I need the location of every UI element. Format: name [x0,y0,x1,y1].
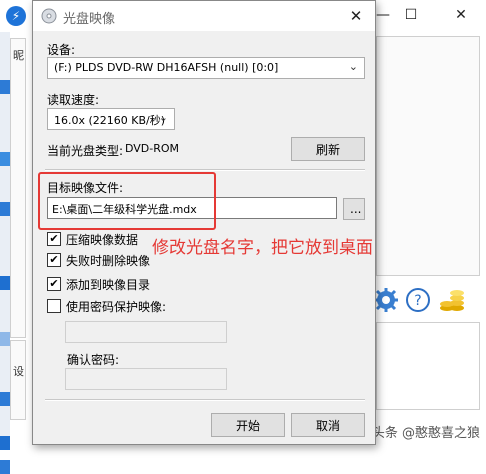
separator [45,399,365,401]
background-text-fragment: 昵 [13,49,24,62]
background-panel [376,36,480,276]
chevron-down-icon: ⌄ [348,60,358,73]
tool-icon[interactable] [0,460,10,474]
cancel-button[interactable]: 取消 [291,413,365,437]
annotation-text: 修改光盘名字，把它放到桌面 [152,238,373,258]
chevron-down-icon: ⌄ [158,111,168,124]
dialog-close-icon[interactable]: ✕ [343,5,369,27]
device-select[interactable]: (F:) PLDS DVD-RW DH16AFSH (null) [0:0] ⌄ [47,57,365,79]
device-select-value: (F:) PLDS DVD-RW DH16AFSH (null) [0:0] [54,61,279,74]
disc-type-value: DVD-ROM [125,142,180,155]
confirm-password-input[interactable] [65,368,227,390]
background-text-fragment: 设 [13,365,24,378]
read-speed-value: 16.0x (22160 KB/秒) [54,114,166,127]
checkbox-mark[interactable]: ✔ [47,277,61,291]
password-protect-checkbox[interactable]: 使用密码保护映像: [47,298,217,316]
separator [45,169,365,171]
read-speed-select[interactable]: 16.0x (22160 KB/秒) ⌄ [47,108,175,130]
coins-icon[interactable] [438,286,466,314]
read-speed-label: 读取速度: [47,93,100,107]
help-icon[interactable]: ? [404,286,432,314]
maximize-icon[interactable]: ☐ [396,4,426,26]
browse-button[interactable]: ... [343,198,365,220]
tool-icon[interactable] [0,392,10,406]
tool-icon[interactable] [0,80,10,94]
tool-icon[interactable] [0,332,10,346]
checkbox-label: 使用密码保护映像: [66,300,167,314]
tool-icon[interactable] [0,276,10,290]
add-to-image-catalog-checkbox[interactable]: ✔ 添加到映像目录 [47,276,197,294]
background-left-toolbar [0,32,10,474]
refresh-button[interactable]: 刷新 [291,137,365,161]
background-panel: 昵 [10,38,26,338]
dialog-titlebar[interactable]: 光盘映像 ✕ [33,1,375,31]
tool-icon[interactable] [0,152,10,166]
start-button[interactable]: 开始 [211,413,285,437]
lightning-icon: ⚡ [6,6,26,26]
watermark: 头条 @憨憨喜之狼 [371,426,480,441]
dialog-title: 光盘映像 [63,12,116,27]
tool-icon[interactable] [0,202,10,216]
tool-icon[interactable] [0,436,10,450]
disc-type-label: 当前光盘类型: [47,144,124,158]
checkbox-mark[interactable] [47,299,61,313]
device-label: 设备: [47,43,76,57]
svg-text:?: ? [414,293,421,309]
checkbox-label: 压缩映像数据 [66,233,139,247]
background-panel: 设 [10,340,26,420]
background-toolbar: ? [372,282,480,318]
password-input[interactable] [65,321,227,343]
checkbox-mark[interactable]: ✔ [47,232,61,246]
checkbox-label: 失败时删除映像 [66,254,151,268]
highlight-box [38,172,216,230]
disc-icon [41,8,57,24]
confirm-password-label: 确认密码: [67,353,120,367]
background-panel [376,322,480,410]
checkbox-label: 添加到映像目录 [66,278,151,292]
checkbox-mark[interactable]: ✔ [47,253,61,267]
gear-icon[interactable] [372,286,400,314]
close-icon[interactable]: ✕ [446,4,476,26]
